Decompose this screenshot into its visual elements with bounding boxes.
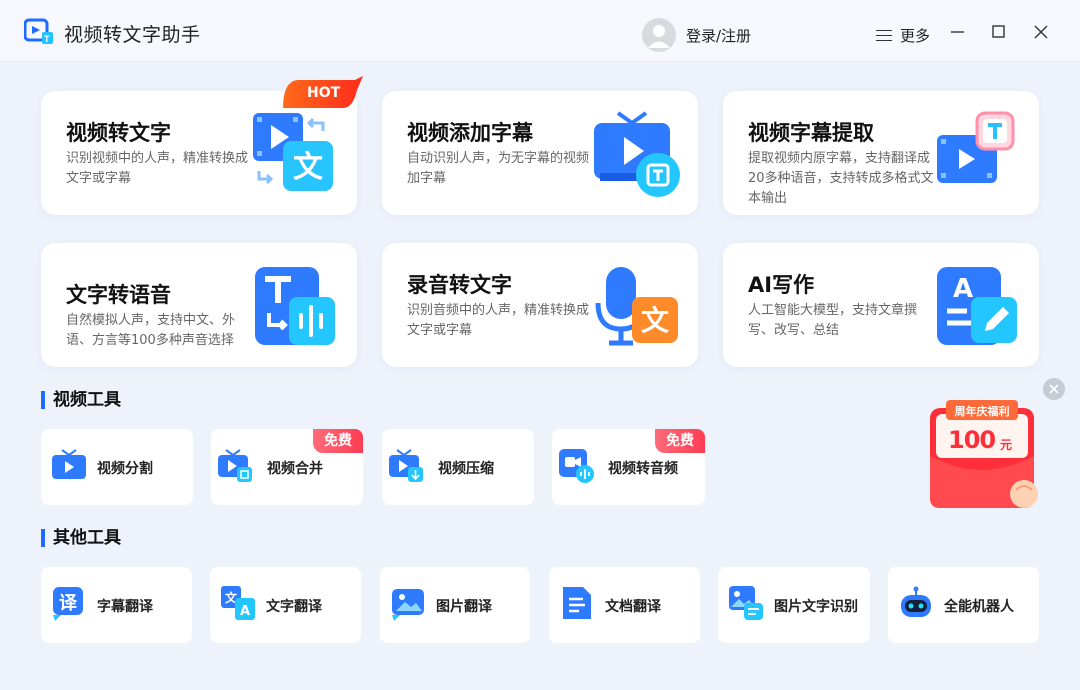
card-title: 录音转文字 xyxy=(407,273,512,297)
svg-text:A: A xyxy=(953,274,973,304)
video-to-text-icon: 文 xyxy=(253,113,333,191)
video-merge-icon xyxy=(218,449,252,482)
image-ocr-icon xyxy=(729,586,763,620)
tool-label: 视频转音频 xyxy=(608,461,678,477)
image-translate-icon xyxy=(392,589,424,621)
menu-icon xyxy=(876,29,892,43)
promo-banner-text: 周年庆福利 xyxy=(954,405,1010,418)
tool-image-translate[interactable]: 图片翻译 xyxy=(380,567,530,643)
card-desc: 自动识别人声，为无字幕的视频加字幕 xyxy=(407,151,590,186)
subtitle-translate-icon: 译 xyxy=(53,587,83,621)
document-translate-icon xyxy=(563,587,591,619)
video-compress-icon xyxy=(389,449,423,482)
card-desc: 提取视频内原字幕，支持翻译成20多种语音，支持转成多格式文本输出 xyxy=(748,151,934,206)
svg-text:T: T xyxy=(44,34,50,44)
more-label: 更多 xyxy=(900,27,931,45)
tool-label: 视频合并 xyxy=(267,461,323,477)
card-desc: 自然模拟人声，支持中文、外语、方言等100多种声音选择 xyxy=(66,313,236,348)
tool-label: 文字翻译 xyxy=(266,599,322,615)
tool-video-merge[interactable]: 视频合并 免费 xyxy=(211,429,363,505)
card-title: 视频字幕提取 xyxy=(748,121,874,145)
svg-text:译: 译 xyxy=(59,593,78,614)
login-link[interactable]: 登录/注册 xyxy=(686,25,751,46)
promo-unit: 元 xyxy=(1000,438,1013,452)
promo-close-icon[interactable] xyxy=(1043,378,1065,400)
title-bar: T 视频转文字助手 登录/注册 更多 xyxy=(0,0,1080,62)
tool-label: 字幕翻译 xyxy=(97,599,153,615)
tool-label: 视频压缩 xyxy=(438,461,494,477)
video-to-audio-icon xyxy=(559,449,594,483)
card-title: 视频添加字幕 xyxy=(407,121,533,145)
card-video-to-text[interactable]: 视频转文字 识别视频中的人声，精准转换成文字或字幕 文 xyxy=(41,91,357,215)
ai-writing-icon: A xyxy=(937,267,1017,345)
app-logo-icon: T xyxy=(24,18,53,44)
tool-text-translate[interactable]: 文 A 文字翻译 xyxy=(210,567,361,643)
card-desc: 识别音频中的人声，精准转换成文字或字幕 xyxy=(407,303,590,338)
tool-label: 视频分割 xyxy=(97,461,153,477)
user-icon xyxy=(648,25,670,48)
card-title: AI写作 xyxy=(748,273,815,297)
app-title: 视频转文字助手 xyxy=(64,24,201,46)
section-title-video-tools: 视频工具 xyxy=(41,391,121,409)
mic-to-text-icon: 文 xyxy=(595,267,678,346)
svg-text:文: 文 xyxy=(293,150,323,185)
card-title: 文字转语音 xyxy=(66,283,171,307)
card-recording-to-text[interactable]: 录音转文字 识别音频中的人声，精准转换成文字或字幕 文 xyxy=(382,243,698,367)
tool-video-split[interactable]: 视频分割 xyxy=(41,429,193,505)
svg-text:文: 文 xyxy=(641,304,669,337)
tool-label: 全能机器人 xyxy=(944,599,1014,615)
text-translate-icon: 文 A xyxy=(221,586,255,620)
tool-video-to-audio[interactable]: 视频转音频 免费 xyxy=(552,429,705,505)
maximize-button[interactable] xyxy=(987,20,1011,44)
card-title: 视频转文字 xyxy=(66,121,171,145)
card-ai-writing[interactable]: AI写作 人工智能大模型，支持文章撰写、改写、总结 A xyxy=(723,243,1039,367)
tool-image-ocr[interactable]: 图片文字识别 xyxy=(718,567,870,643)
card-subtitle-extract[interactable]: 视频字幕提取 提取视频内原字幕，支持翻译成20多种语音，支持转成多格式文本输出 xyxy=(723,91,1039,215)
avatar[interactable] xyxy=(642,18,676,52)
svg-text:A: A xyxy=(240,604,250,619)
card-desc: 人工智能大模型，支持文章撰写、改写、总结 xyxy=(748,303,918,338)
promo-amount: 100 xyxy=(948,426,996,454)
text-to-speech-icon xyxy=(255,267,335,345)
robot-icon xyxy=(901,586,931,617)
tool-label: 图片文字识别 xyxy=(774,599,858,615)
minimize-button[interactable] xyxy=(946,20,970,44)
tool-label: 图片翻译 xyxy=(436,599,492,615)
promo-red-packet[interactable]: 周年庆福利 100 元 xyxy=(926,398,1050,522)
tv-subtitle-icon xyxy=(594,111,680,197)
free-badge: 免费 xyxy=(313,429,363,453)
tool-label: 文档翻译 xyxy=(605,599,661,615)
card-desc: 识别视频中的人声，精准转换成文字或字幕 xyxy=(66,151,249,186)
card-add-subtitle[interactable]: 视频添加字幕 自动识别人声，为无字幕的视频加字幕 xyxy=(382,91,698,215)
subtitle-extract-icon xyxy=(937,111,1015,183)
free-badge: 免费 xyxy=(655,429,705,453)
tool-video-compress[interactable]: 视频压缩 xyxy=(382,429,534,505)
close-button[interactable] xyxy=(1029,20,1053,44)
more-menu-button[interactable]: 更多 xyxy=(876,25,930,46)
hot-label: HOT xyxy=(307,85,341,101)
tool-subtitle-translate[interactable]: 译 字幕翻译 xyxy=(41,567,192,643)
section-title-other-tools: 其他工具 xyxy=(41,529,121,547)
card-text-to-speech[interactable]: 文字转语音 自然模拟人声，支持中文、外语、方言等100多种声音选择 xyxy=(41,243,357,367)
video-split-icon xyxy=(52,449,86,479)
hot-badge: HOT xyxy=(283,76,363,108)
tool-robot[interactable]: 全能机器人 xyxy=(888,567,1039,643)
tool-document-translate[interactable]: 文档翻译 xyxy=(549,567,700,643)
